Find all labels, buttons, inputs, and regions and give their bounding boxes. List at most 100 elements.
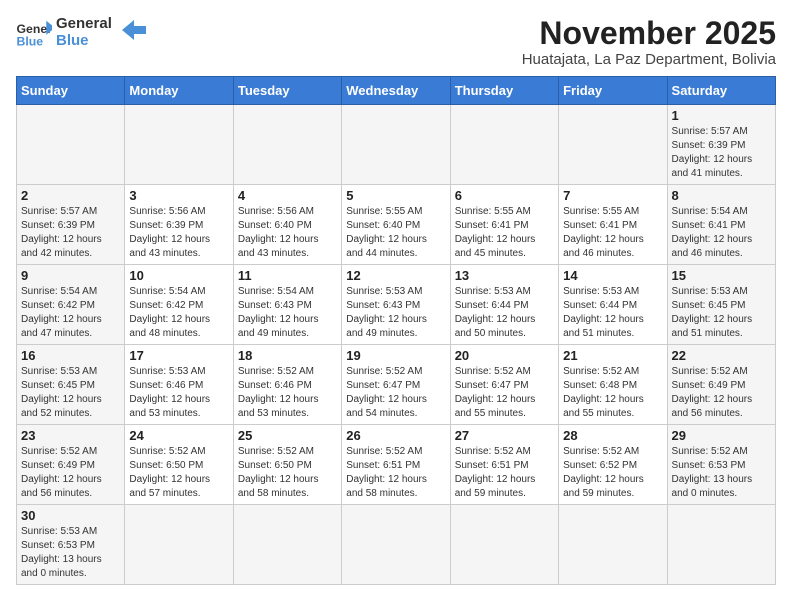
day-number: 8 (672, 188, 771, 203)
calendar-header: SundayMondayTuesdayWednesdayThursdayFrid… (17, 77, 776, 105)
day-info: Sunrise: 5:53 AM Sunset: 6:45 PM Dayligh… (672, 285, 771, 341)
day-info: Sunrise: 5:52 AM Sunset: 6:51 PM Dayligh… (346, 445, 445, 501)
calendar-week-row: 16Sunrise: 5:53 AM Sunset: 6:45 PM Dayli… (17, 345, 776, 425)
day-info: Sunrise: 5:52 AM Sunset: 6:53 PM Dayligh… (672, 445, 771, 501)
calendar-cell: 27 Sunrise: 5:52 AM Sunset: 6:51 PM Dayli… (450, 425, 558, 505)
calendar-cell: 4Sunrise: 5:56 AM Sunset: 6:40 PM Daylig… (233, 185, 341, 265)
day-number: 3 (129, 188, 228, 203)
calendar-cell: 5 Sunrise: 5:55 AM Sunset: 6:40 PM Daylig… (342, 185, 450, 265)
calendar-cell: 20 Sunrise: 5:52 AM Sunset: 6:47 PM Dayli… (450, 345, 558, 425)
day-number: 5 (346, 188, 445, 203)
calendar-cell: 19 Sunrise: 5:52 AM Sunset: 6:47 PM Dayli… (342, 345, 450, 425)
calendar-cell: 3Sunrise: 5:56 AM Sunset: 6:39 PM Daylig… (125, 185, 233, 265)
calendar-cell: 10Sunrise: 5:54 AM Sunset: 6:42 PM Dayli… (125, 265, 233, 345)
day-number: 21 (563, 348, 662, 363)
day-info: Sunrise: 5:52 AM Sunset: 6:49 PM Dayligh… (672, 365, 771, 421)
calendar-cell (559, 505, 667, 585)
day-number: 15 (672, 268, 771, 283)
day-number: 19 (346, 348, 445, 363)
svg-text:Blue: Blue (17, 34, 44, 47)
day-number: 1 (672, 108, 771, 123)
day-number: 17 (129, 348, 228, 363)
day-info: Sunrise: 5:52 AM Sunset: 6:52 PM Dayligh… (563, 445, 662, 501)
calendar-cell: 17Sunrise: 5:53 AM Sunset: 6:46 PM Dayli… (125, 345, 233, 425)
day-info: Sunrise: 5:52 AM Sunset: 6:50 PM Dayligh… (129, 445, 228, 501)
weekday-header-thursday: Thursday (450, 77, 558, 105)
day-number: 9 (21, 268, 120, 283)
day-number: 20 (455, 348, 554, 363)
day-info: Sunrise: 5:52 AM Sunset: 6:49 PM Dayligh… (21, 445, 120, 501)
month-year-title: November 2025 (522, 16, 776, 51)
calendar-cell (233, 105, 341, 185)
calendar-cell (667, 505, 775, 585)
day-info: Sunrise: 5:53 AM Sunset: 6:45 PM Dayligh… (21, 365, 120, 421)
weekday-header-monday: Monday (125, 77, 233, 105)
day-number: 10 (129, 268, 228, 283)
weekday-header-row: SundayMondayTuesdayWednesdayThursdayFrid… (17, 77, 776, 105)
calendar-cell: 22Sunrise: 5:52 AM Sunset: 6:49 PM Dayli… (667, 345, 775, 425)
calendar-week-row: 9 Sunrise: 5:54 AM Sunset: 6:42 PM Daylig… (17, 265, 776, 345)
calendar-cell (342, 505, 450, 585)
weekday-header-friday: Friday (559, 77, 667, 105)
day-number: 27 (455, 428, 554, 443)
calendar-cell: 18 Sunrise: 5:52 AM Sunset: 6:46 PM Dayli… (233, 345, 341, 425)
day-number: 24 (129, 428, 228, 443)
calendar-cell (17, 105, 125, 185)
calendar-cell: 6Sunrise: 5:55 AM Sunset: 6:41 PM Daylig… (450, 185, 558, 265)
calendar-cell: 9 Sunrise: 5:54 AM Sunset: 6:42 PM Daylig… (17, 265, 125, 345)
logo: General Blue General Blue (16, 16, 146, 49)
day-info: Sunrise: 5:57 AM Sunset: 6:39 PM Dayligh… (21, 205, 120, 261)
calendar-cell: 28 Sunrise: 5:52 AM Sunset: 6:52 PM Dayli… (559, 425, 667, 505)
day-number: 13 (455, 268, 554, 283)
day-number: 25 (238, 428, 337, 443)
weekday-header-wednesday: Wednesday (342, 77, 450, 105)
day-info: Sunrise: 5:52 AM Sunset: 6:47 PM Dayligh… (455, 365, 554, 421)
calendar-cell: 25 Sunrise: 5:52 AM Sunset: 6:50 PM Dayli… (233, 425, 341, 505)
day-info: Sunrise: 5:56 AM Sunset: 6:40 PM Dayligh… (238, 205, 337, 261)
calendar-cell: 30 Sunrise: 5:53 AM Sunset: 6:53 PM Dayli… (17, 505, 125, 585)
day-info: Sunrise: 5:53 AM Sunset: 6:44 PM Dayligh… (455, 285, 554, 341)
day-number: 12 (346, 268, 445, 283)
day-info: Sunrise: 5:55 AM Sunset: 6:41 PM Dayligh… (455, 205, 554, 261)
day-number: 30 (21, 508, 120, 523)
weekday-header-sunday: Sunday (17, 77, 125, 105)
calendar-cell: 12Sunrise: 5:53 AM Sunset: 6:43 PM Dayli… (342, 265, 450, 345)
calendar-cell (342, 105, 450, 185)
day-info: Sunrise: 5:52 AM Sunset: 6:46 PM Dayligh… (238, 365, 337, 421)
day-info: Sunrise: 5:54 AM Sunset: 6:42 PM Dayligh… (21, 285, 120, 341)
calendar-week-row: 2 Sunrise: 5:57 AM Sunset: 6:39 PM Daylig… (17, 185, 776, 265)
calendar-cell: 29 Sunrise: 5:52 AM Sunset: 6:53 PM Dayli… (667, 425, 775, 505)
calendar-cell (125, 505, 233, 585)
day-info: Sunrise: 5:55 AM Sunset: 6:41 PM Dayligh… (563, 205, 662, 261)
day-number: 14 (563, 268, 662, 283)
calendar-table: SundayMondayTuesdayWednesdayThursdayFrid… (16, 76, 776, 585)
calendar-cell (233, 505, 341, 585)
calendar-cell: 14Sunrise: 5:53 AM Sunset: 6:44 PM Dayli… (559, 265, 667, 345)
day-number: 28 (563, 428, 662, 443)
calendar-cell (450, 505, 558, 585)
title-area: November 2025 Huatajata, La Paz Departme… (522, 16, 776, 68)
calendar-cell (450, 105, 558, 185)
day-info: Sunrise: 5:53 AM Sunset: 6:53 PM Dayligh… (21, 525, 120, 581)
day-info: Sunrise: 5:52 AM Sunset: 6:50 PM Dayligh… (238, 445, 337, 501)
calendar-cell (125, 105, 233, 185)
day-info: Sunrise: 5:52 AM Sunset: 6:51 PM Dayligh… (455, 445, 554, 501)
calendar-cell: 23 Sunrise: 5:52 AM Sunset: 6:49 PM Dayli… (17, 425, 125, 505)
calendar-cell: 16Sunrise: 5:53 AM Sunset: 6:45 PM Dayli… (17, 345, 125, 425)
weekday-header-tuesday: Tuesday (233, 77, 341, 105)
day-number: 18 (238, 348, 337, 363)
logo-icon: General Blue (16, 19, 52, 47)
weekday-header-saturday: Saturday (667, 77, 775, 105)
day-info: Sunrise: 5:52 AM Sunset: 6:48 PM Dayligh… (563, 365, 662, 421)
logo-general-text: General (56, 16, 112, 33)
day-number: 29 (672, 428, 771, 443)
calendar-week-row: 30 Sunrise: 5:53 AM Sunset: 6:53 PM Dayli… (17, 505, 776, 585)
day-number: 2 (21, 188, 120, 203)
location-text: Huatajata, La Paz Department, Bolivia (522, 51, 776, 68)
day-info: Sunrise: 5:52 AM Sunset: 6:47 PM Dayligh… (346, 365, 445, 421)
day-info: Sunrise: 5:55 AM Sunset: 6:40 PM Dayligh… (346, 205, 445, 261)
day-number: 23 (21, 428, 120, 443)
calendar-cell: 15 Sunrise: 5:53 AM Sunset: 6:45 PM Dayli… (667, 265, 775, 345)
logo-arrow-icon (118, 16, 146, 44)
calendar-cell (559, 105, 667, 185)
